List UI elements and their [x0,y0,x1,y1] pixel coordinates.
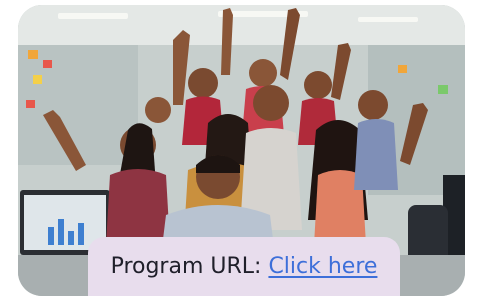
click-here-link[interactable]: Click here [268,254,377,279]
program-url-caption: Program URL: Click here [88,237,400,296]
program-url-label: Program URL: [110,254,262,279]
